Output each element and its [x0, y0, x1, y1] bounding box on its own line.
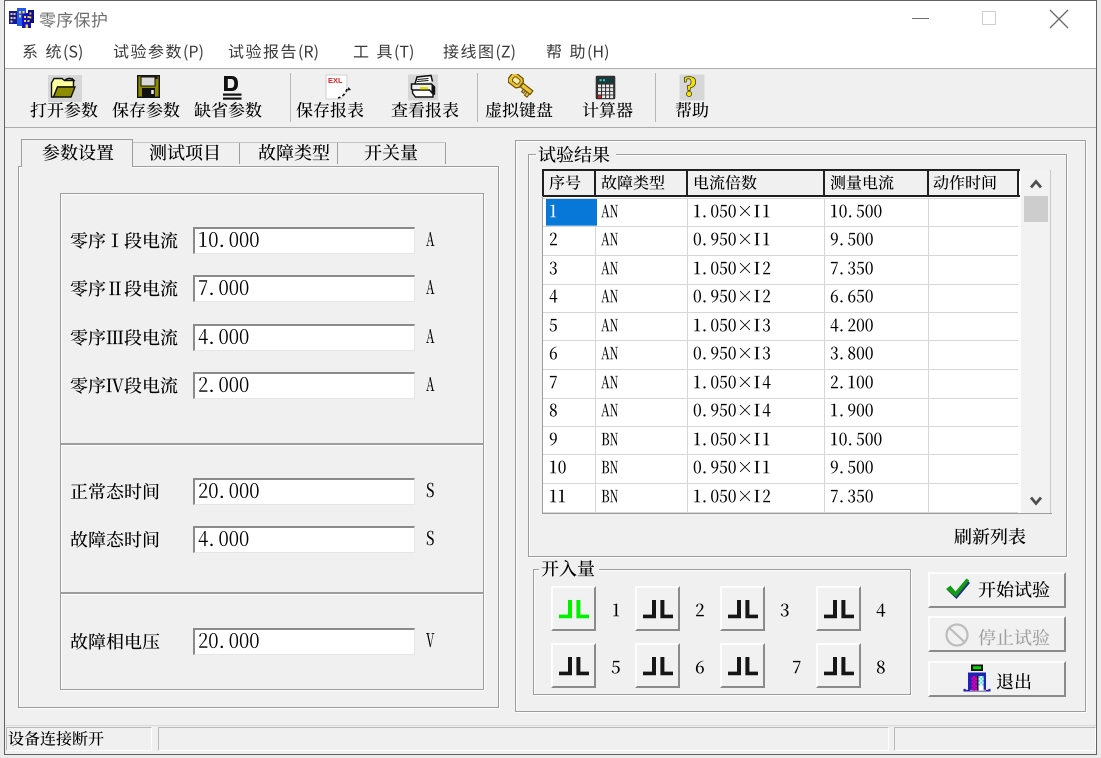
svg-text:EXL: EXL	[328, 76, 343, 85]
svg-text:?: ?	[683, 74, 697, 101]
